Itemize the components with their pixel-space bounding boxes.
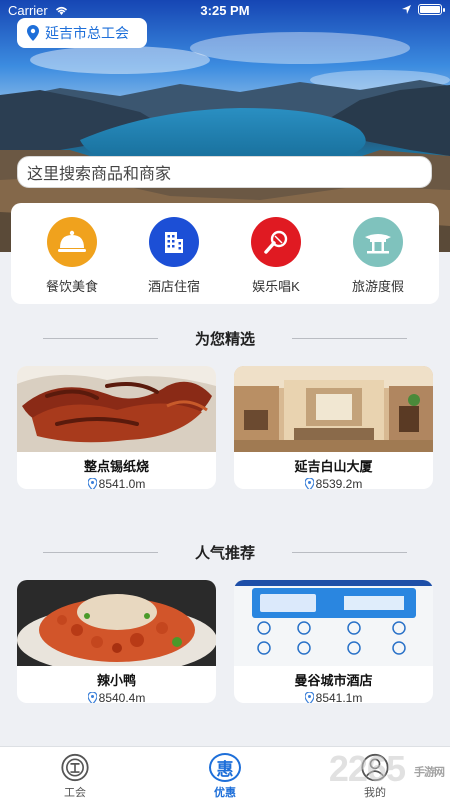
card-title: 延吉白山大厦	[294, 459, 373, 474]
distance-value: 8539.2m	[315, 477, 363, 489]
card-title: 辣小鸭	[96, 673, 136, 688]
card-distance: 8539.2m	[234, 477, 433, 489]
section-header-featured: 为您精选	[0, 328, 450, 348]
divider	[292, 552, 407, 553]
divider	[292, 338, 407, 339]
union-emblem-icon	[61, 753, 89, 782]
category-travel[interactable]: 旅游度假	[333, 217, 423, 304]
search-input[interactable]: 这里搜索商品和商家	[17, 156, 432, 188]
card-title: 曼谷城市酒店	[294, 673, 373, 688]
food-cloche-icon	[47, 217, 97, 267]
location-pin-icon	[304, 478, 314, 489]
pavilion-icon	[353, 217, 403, 267]
location-pin-icon	[87, 692, 97, 703]
location-label: 延吉市总工会	[45, 25, 129, 41]
watermark-number: 2265	[328, 748, 406, 789]
category-label: 酒店住宿	[147, 279, 200, 294]
card-distance: 8541.0m	[17, 477, 216, 489]
location-selector[interactable]: 延吉市总工会	[17, 18, 147, 48]
battery-icon	[418, 4, 445, 15]
category-label: 娱乐唱K	[252, 279, 300, 294]
category-food[interactable]: 餐饮美食	[27, 217, 117, 304]
watermark-logo: 2265 手游网	[328, 748, 445, 790]
hotel-building-icon	[149, 217, 199, 267]
tab-label: 工会	[64, 787, 86, 799]
popular-card-hotel[interactable]: 曼谷城市酒店 8541.1m	[234, 580, 433, 703]
tab-label: 优惠	[214, 787, 236, 799]
food-photo	[17, 580, 216, 666]
tab-union[interactable]: 工会	[35, 747, 115, 800]
category-card: 餐饮美食 酒店住宿 娱乐唱K 旅游度假	[11, 203, 439, 304]
popular-card-duck[interactable]: 辣小鸭 8540.4m	[17, 580, 216, 703]
card-distance: 8540.4m	[17, 691, 216, 703]
app-screenshot-photo	[234, 580, 433, 666]
distance-value: 8541.1m	[315, 691, 363, 703]
category-label: 旅游度假	[351, 279, 404, 294]
card-title: 整点锡纸烧	[83, 459, 149, 474]
category-label: 餐饮美食	[45, 279, 98, 294]
card-distance: 8541.1m	[234, 691, 433, 703]
status-time: 3:25 PM	[200, 3, 250, 18]
discount-hui-icon: 惠	[209, 753, 241, 782]
distance-value: 8541.0m	[98, 477, 146, 489]
tab-discount[interactable]: 惠 优惠	[185, 747, 265, 800]
watermark-sub: 手游网	[414, 766, 445, 779]
discount-glyph: 惠	[216, 760, 234, 779]
section-header-popular: 人气推荐	[0, 542, 450, 562]
search-placeholder: 这里搜索商品和商家	[27, 166, 172, 183]
distance-value: 8540.4m	[98, 691, 146, 703]
category-ktv[interactable]: 娱乐唱K	[231, 217, 321, 304]
featured-card-hotel[interactable]: 延吉白山大厦 8539.2m	[234, 366, 433, 489]
featured-card-grill[interactable]: 整点锡纸烧 8541.0m	[17, 366, 216, 489]
food-photo	[17, 366, 216, 452]
location-pin-icon	[87, 478, 97, 489]
location-pin-icon	[304, 692, 314, 703]
location-arrow-icon	[402, 5, 411, 14]
microphone-icon	[251, 217, 301, 267]
hotel-room-photo	[234, 366, 433, 452]
location-pin-icon	[27, 25, 39, 41]
category-hotel[interactable]: 酒店住宿	[129, 217, 219, 304]
